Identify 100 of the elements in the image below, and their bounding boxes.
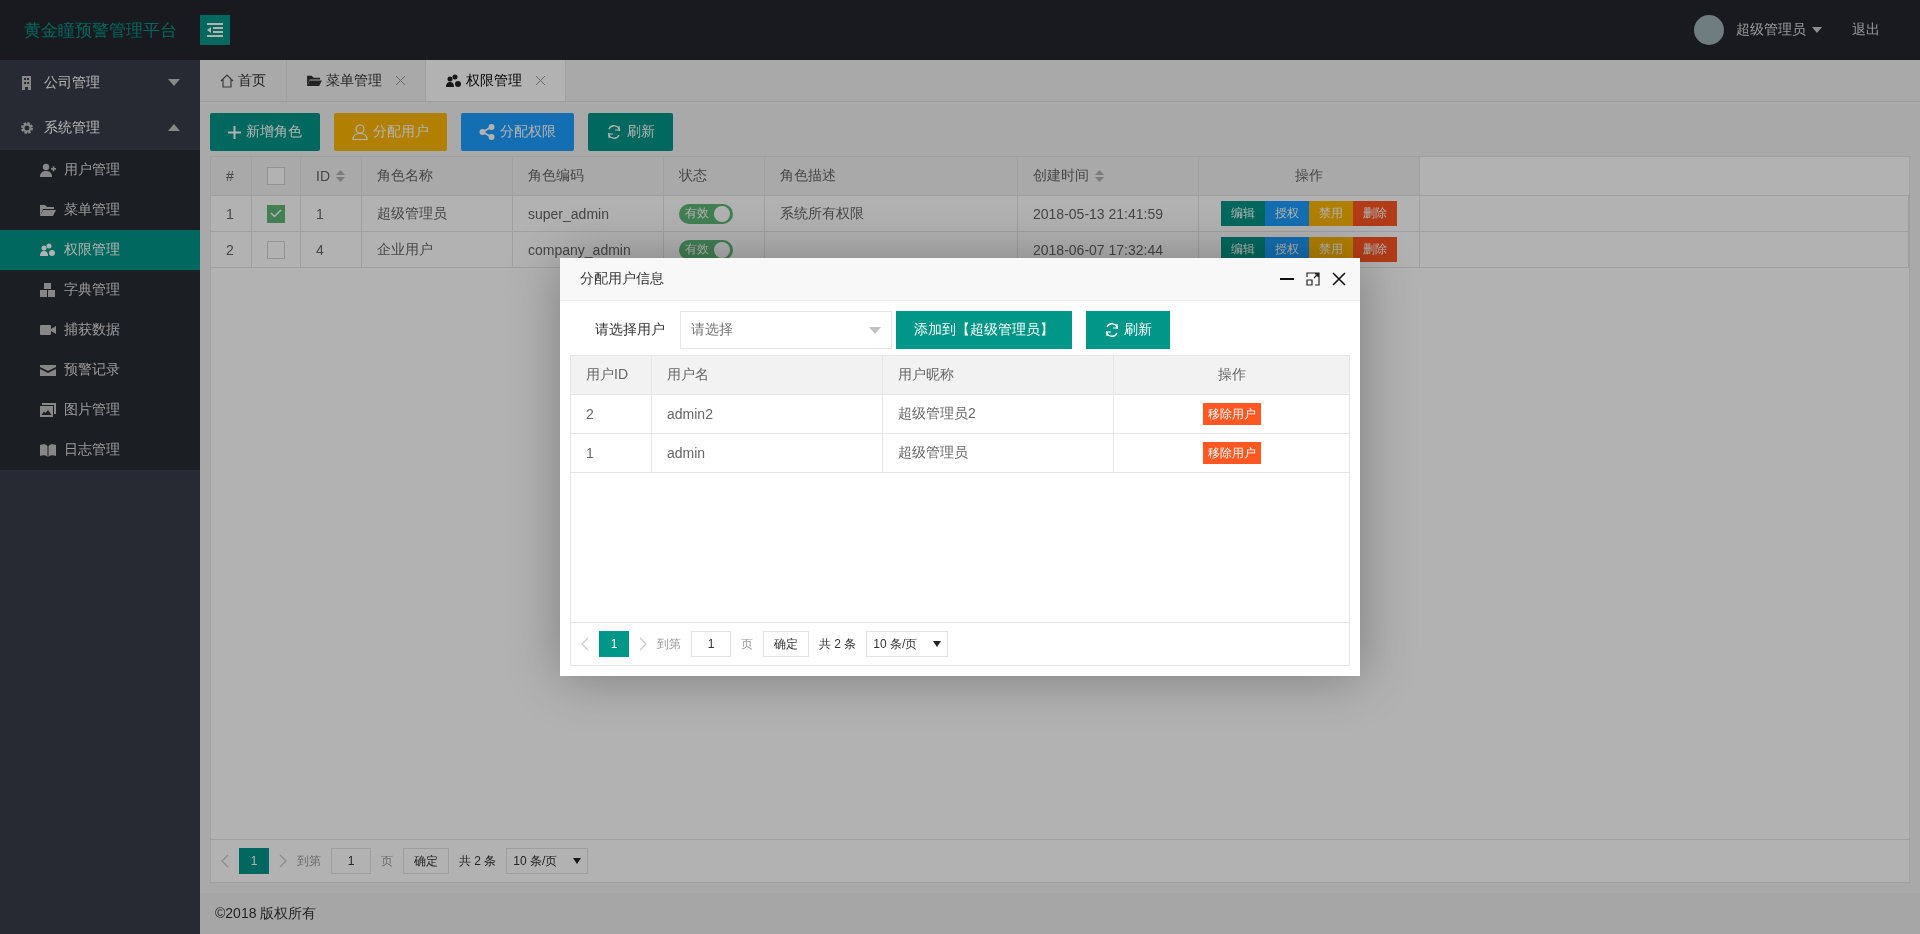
add-button[interactable]: 添加到【超级管理员】 bbox=[896, 311, 1072, 349]
column-header: 操作 bbox=[1217, 366, 1246, 382]
maximize-icon[interactable] bbox=[1306, 272, 1320, 286]
toolbar-button[interactable]: 新增角色 bbox=[210, 113, 320, 151]
checkbox[interactable] bbox=[267, 167, 285, 186]
refresh-button[interactable]: 刷新 bbox=[1086, 311, 1170, 349]
book-icon bbox=[40, 443, 56, 457]
table-cell: super_admin bbox=[512, 195, 664, 232]
checkbox[interactable] bbox=[267, 240, 285, 259]
column-header: # bbox=[226, 168, 234, 184]
menu-toggle-button[interactable] bbox=[200, 15, 230, 45]
table-cell: 1 bbox=[211, 195, 252, 232]
page-size-select[interactable]: 10 条/页 bbox=[506, 848, 589, 874]
toolbar-button[interactable]: 刷新 bbox=[588, 113, 673, 151]
column-header: 用户名 bbox=[667, 366, 709, 382]
row-action-button[interactable]: 编辑 bbox=[1221, 201, 1265, 226]
caret-down-icon bbox=[869, 326, 881, 334]
row-action-button[interactable]: 删除 bbox=[1353, 201, 1397, 226]
nav-item[interactable]: 预警记录 bbox=[0, 350, 200, 390]
table-cell: admin bbox=[651, 433, 883, 473]
nav-item[interactable]: 用户管理 bbox=[0, 150, 200, 190]
table-cell: 1 bbox=[571, 433, 652, 473]
nav-item[interactable]: 权限管理 bbox=[0, 230, 200, 270]
column-header: ID bbox=[316, 168, 330, 184]
column-header: 操作 bbox=[1295, 167, 1323, 185]
refresh-icon bbox=[606, 124, 622, 140]
column-header: 角色描述 bbox=[780, 167, 836, 185]
page-input[interactable]: 1 bbox=[691, 631, 731, 657]
caret-down-icon bbox=[1812, 27, 1822, 33]
caret-down-icon bbox=[168, 79, 180, 86]
page-unit: 页 bbox=[741, 635, 753, 653]
table-cell: 2018-05-13 21:41:59 bbox=[1017, 195, 1199, 232]
goto-label: 到第 bbox=[297, 852, 321, 870]
tab[interactable]: 首页 bbox=[200, 60, 287, 101]
tab[interactable]: 权限管理 bbox=[426, 60, 566, 101]
gear-icon bbox=[20, 120, 34, 135]
table-cell: admin2 bbox=[651, 394, 883, 434]
page-button[interactable]: 1 bbox=[599, 631, 629, 657]
user-add-icon bbox=[40, 163, 56, 177]
group-icon bbox=[446, 73, 462, 88]
toolbar-button[interactable]: 分配权限 bbox=[461, 113, 574, 151]
column-header: 用户ID bbox=[586, 366, 628, 382]
page-unit: 页 bbox=[381, 852, 393, 870]
column-header: 创建时间 bbox=[1033, 167, 1089, 185]
page-button[interactable]: 1 bbox=[239, 848, 269, 874]
table-cell: 4 bbox=[300, 231, 362, 268]
home-icon bbox=[220, 73, 234, 88]
logout-link[interactable]: 退出 bbox=[1852, 21, 1880, 39]
blocks-icon bbox=[40, 283, 56, 297]
group-icon bbox=[40, 243, 56, 257]
table-cell: 1 bbox=[300, 195, 362, 232]
user-icon bbox=[352, 124, 368, 140]
nav-item[interactable]: 日志管理 bbox=[0, 430, 200, 470]
table-cell: 超级管理员 bbox=[361, 195, 513, 232]
user-menu[interactable]: 超级管理员 bbox=[1736, 21, 1822, 39]
row-action-button[interactable]: 授权 bbox=[1265, 201, 1309, 226]
folder-icon bbox=[40, 203, 56, 217]
sort-icon[interactable] bbox=[336, 169, 345, 183]
envelope-icon bbox=[40, 363, 56, 377]
next-page-icon[interactable] bbox=[639, 637, 647, 651]
row-action-button[interactable]: 删除 bbox=[1353, 237, 1397, 262]
prev-page-icon[interactable] bbox=[221, 854, 229, 868]
confirm-button[interactable]: 确定 bbox=[403, 848, 449, 874]
check-icon bbox=[270, 209, 282, 219]
column-header: 角色编码 bbox=[528, 167, 584, 185]
table-cell: 企业用户 bbox=[361, 231, 513, 268]
table-cell: 超级管理员 bbox=[882, 433, 1114, 473]
nav-item[interactable]: 字典管理 bbox=[0, 270, 200, 310]
total-count: 共 2 条 bbox=[459, 852, 497, 870]
remove-user-button[interactable]: 移除用户 bbox=[1202, 403, 1261, 425]
prev-page-icon[interactable] bbox=[581, 637, 589, 651]
sort-icon[interactable] bbox=[1095, 169, 1104, 183]
column-header: 状态 bbox=[679, 167, 707, 185]
share-icon bbox=[479, 124, 495, 140]
page-input[interactable]: 1 bbox=[331, 848, 371, 874]
caret-up-icon bbox=[168, 124, 180, 131]
table-cell: 超级管理员2 bbox=[882, 394, 1114, 434]
copyright: ©2018 版权所有 bbox=[215, 904, 317, 923]
folder-icon bbox=[307, 74, 322, 87]
nav-item[interactable]: 菜单管理 bbox=[0, 190, 200, 230]
user-select[interactable]: 请选择 bbox=[680, 311, 892, 349]
caret-down-icon bbox=[933, 641, 942, 647]
table-cell: 2 bbox=[211, 231, 252, 268]
nav-item[interactable]: 图片管理 bbox=[0, 390, 200, 430]
refresh-icon bbox=[1104, 322, 1120, 338]
close-icon[interactable] bbox=[1332, 272, 1346, 286]
next-page-icon[interactable] bbox=[279, 854, 287, 868]
checkbox[interactable] bbox=[267, 204, 285, 223]
remove-user-button[interactable]: 移除用户 bbox=[1202, 442, 1261, 464]
menu-icon bbox=[207, 23, 223, 37]
column-header: 角色名称 bbox=[377, 167, 433, 185]
table-cell: 系统所有权限 bbox=[764, 195, 1018, 232]
column-header: 用户昵称 bbox=[898, 366, 954, 382]
nav-item[interactable]: 捕获数据 bbox=[0, 310, 200, 350]
confirm-button[interactable]: 确定 bbox=[763, 631, 809, 657]
table-cell: 2 bbox=[571, 394, 652, 434]
image-icon bbox=[40, 403, 56, 417]
select-label: 请选择用户 bbox=[594, 321, 666, 339]
avatar[interactable] bbox=[1694, 15, 1724, 45]
page-size-select[interactable]: 10 条/页 bbox=[866, 631, 949, 657]
